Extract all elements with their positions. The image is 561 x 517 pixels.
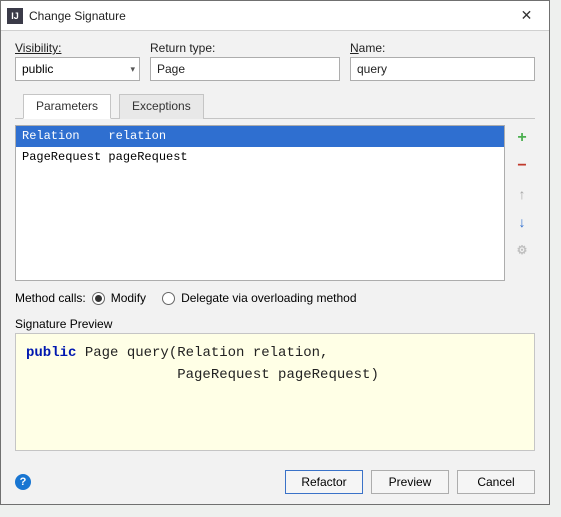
radio-modify-label: Modify [111,291,146,305]
name-label: Name: [350,41,535,55]
radio-delegate[interactable] [162,292,175,305]
parameter-row[interactable]: PageRequest pageRequest [16,147,504,168]
visibility-label: Visibility: [15,41,61,55]
tab-exceptions[interactable]: Exceptions [119,94,204,119]
method-calls-label: Method calls: [15,291,86,305]
refactor-button[interactable]: Refactor [285,470,363,494]
tab-parameters[interactable]: Parameters [23,94,111,119]
list-side-buttons: + − ↑ ↓ ⚙ [509,125,535,281]
return-type-input[interactable]: Page [150,57,340,81]
signature-preview-label: Signature Preview [15,317,535,331]
app-icon: IJ [7,8,23,24]
return-type-label: Return type: [150,41,340,55]
preview-button[interactable]: Preview [371,470,449,494]
return-type-value: Page [157,62,185,76]
gear-icon[interactable]: ⚙ [513,241,531,259]
titlebar: IJ Change Signature ✕ [1,1,549,31]
visibility-combo[interactable]: public ▾ [15,57,140,81]
button-bar: ? Refactor Preview Cancel [1,470,549,494]
add-icon[interactable]: + [513,129,531,147]
name-input[interactable]: query [350,57,535,81]
parameter-row[interactable]: Relation relation [16,126,504,147]
signature-preview: public Page query(Relation relation, Pag… [15,333,535,451]
cancel-button[interactable]: Cancel [457,470,535,494]
help-icon[interactable]: ? [15,474,31,490]
dialog-content: Visibility: public ▾ Return type: Page N… [1,31,549,451]
radio-modify[interactable] [92,292,105,305]
chevron-down-icon: ▾ [130,64,135,75]
method-calls-row: Method calls: Modify Delegate via overlo… [15,291,535,305]
move-up-icon[interactable]: ↑ [513,185,531,203]
dialog-title: Change Signature [29,9,504,23]
parameters-area: Relation relationPageRequest pageRequest… [15,125,535,281]
visibility-value: public [22,62,53,76]
close-button[interactable]: ✕ [504,1,549,31]
parameters-list[interactable]: Relation relationPageRequest pageRequest [15,125,505,281]
move-down-icon[interactable]: ↓ [513,213,531,231]
change-signature-dialog: IJ Change Signature ✕ Visibility: public… [0,0,550,505]
name-value: query [357,62,387,76]
radio-delegate-label: Delegate via overloading method [181,291,356,305]
tabs: Parameters Exceptions [15,93,535,119]
field-row: Visibility: public ▾ Return type: Page N… [15,41,535,81]
remove-icon[interactable]: − [513,157,531,175]
